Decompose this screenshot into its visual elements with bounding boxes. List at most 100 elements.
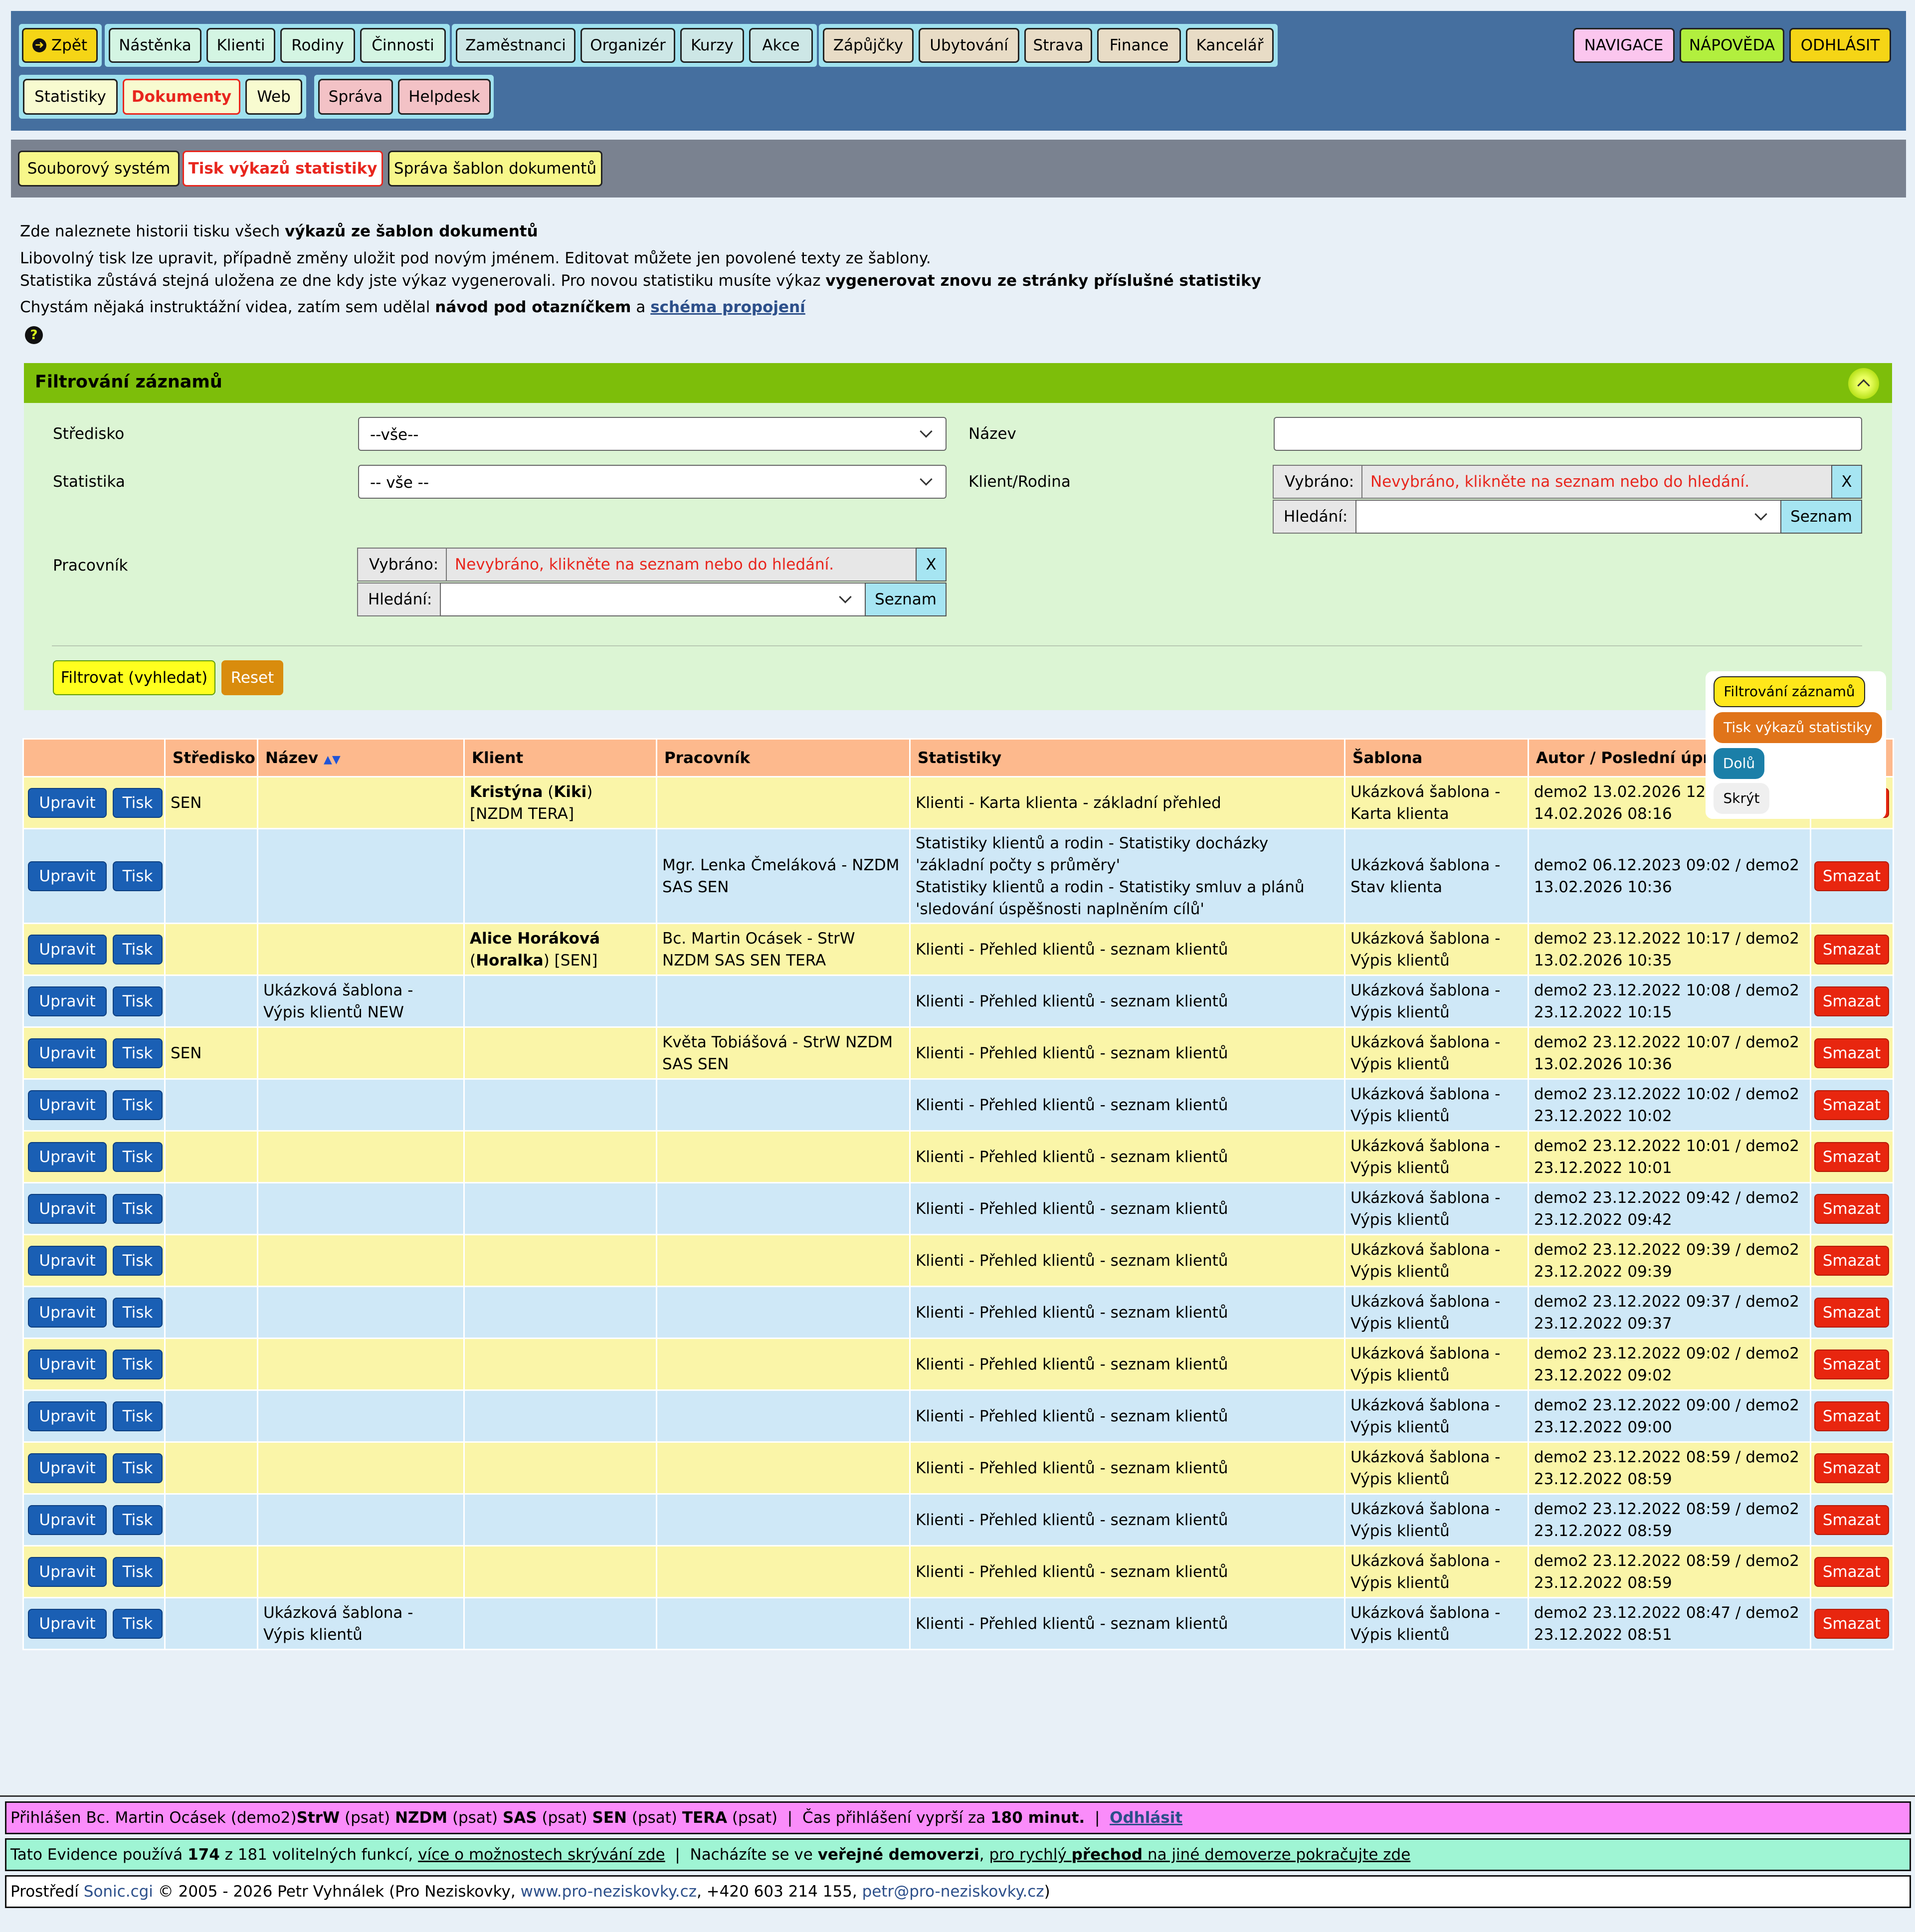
col-pracovnik[interactable]: Pracovník <box>656 738 911 777</box>
upravit-button[interactable]: Upravit <box>28 1038 107 1068</box>
upravit-button[interactable]: Upravit <box>28 787 107 818</box>
tisk-button[interactable]: Tisk <box>113 787 163 818</box>
pracovnik-search-input[interactable] <box>440 582 866 616</box>
tisk-button[interactable]: Tisk <box>113 1349 163 1379</box>
statistika-select[interactable]: -- vše -- <box>358 465 947 499</box>
nav-sprava[interactable]: Správa <box>318 79 393 115</box>
collapse-chevron-icon[interactable] <box>1848 368 1879 399</box>
nav-akce[interactable]: Akce <box>749 28 813 63</box>
nav-rodiny[interactable]: Rodiny <box>280 28 355 63</box>
tisk-button[interactable]: Tisk <box>113 1090 163 1120</box>
tisk-button[interactable]: Tisk <box>113 986 163 1016</box>
upravit-button[interactable]: Upravit <box>28 1349 107 1379</box>
col-nazev[interactable]: Název ▲▼ <box>257 738 465 777</box>
upravit-button[interactable]: Upravit <box>28 1245 107 1276</box>
filtrovat-button[interactable]: Filtrovat (vyhledat) <box>53 660 215 695</box>
upravit-button[interactable]: Upravit <box>28 1401 107 1431</box>
tisk-button[interactable]: Tisk <box>113 861 163 891</box>
smazat-button[interactable]: Smazat <box>1814 1297 1889 1328</box>
nav-ubytovani[interactable]: Ubytování <box>919 28 1019 63</box>
smazat-button[interactable]: Smazat <box>1814 1505 1889 1535</box>
back-button[interactable]: ➜ Zpět <box>22 28 98 63</box>
tisk-button[interactable]: Tisk <box>113 1505 163 1535</box>
klient-clear-button[interactable]: X <box>1831 465 1862 499</box>
upravit-button[interactable]: Upravit <box>28 861 107 891</box>
tisk-button[interactable]: Tisk <box>113 1038 163 1068</box>
tisk-button[interactable]: Tisk <box>113 1401 163 1431</box>
quick-hide-button[interactable]: Skrýt <box>1714 783 1769 814</box>
smazat-button[interactable]: Smazat <box>1814 1556 1889 1587</box>
reset-button[interactable]: Reset <box>221 660 283 695</box>
upravit-button[interactable]: Upravit <box>28 1608 107 1639</box>
tisk-button[interactable]: Tisk <box>113 934 163 965</box>
upravit-button[interactable]: Upravit <box>28 986 107 1016</box>
pracovnik-clear-button[interactable]: X <box>916 548 947 581</box>
smazat-button[interactable]: Smazat <box>1814 1349 1889 1379</box>
schema-link[interactable]: schéma propojení <box>650 298 805 316</box>
tisk-button[interactable]: Tisk <box>113 1556 163 1587</box>
email-link[interactable]: petr@pro-neziskovky.cz <box>862 1883 1044 1901</box>
sonic-link[interactable]: Sonic.cgi <box>84 1883 153 1901</box>
nav-zamestnanci[interactable]: Zaměstnanci <box>456 28 575 63</box>
smazat-button[interactable]: Smazat <box>1814 1245 1889 1276</box>
tisk-button[interactable]: Tisk <box>113 1245 163 1276</box>
klient-search-input[interactable] <box>1355 500 1781 534</box>
quick-down-button[interactable]: Dolů <box>1714 748 1764 779</box>
odhlasit-button[interactable]: ODHLÁSIT <box>1789 28 1891 63</box>
navigace-button[interactable]: NAVIGACE <box>1573 28 1675 63</box>
quick-tisk-button[interactable]: Tisk výkazů statistiky <box>1714 712 1882 743</box>
features-link[interactable]: více o možnostech skrývání zde <box>418 1846 665 1864</box>
smazat-button[interactable]: Smazat <box>1814 1608 1889 1639</box>
nav-klienti[interactable]: Klienti <box>206 28 275 63</box>
upravit-button[interactable]: Upravit <box>28 1453 107 1483</box>
upravit-button[interactable]: Upravit <box>28 1142 107 1172</box>
upravit-button[interactable]: Upravit <box>28 1090 107 1120</box>
klient-seznam-button[interactable]: Seznam <box>1780 500 1862 534</box>
stredisko-select[interactable]: --vše-- <box>358 417 947 451</box>
upravit-button[interactable]: Upravit <box>28 934 107 965</box>
upravit-button[interactable]: Upravit <box>28 1505 107 1535</box>
sort-desc-icon[interactable]: ▼ <box>332 754 341 766</box>
nav-web[interactable]: Web <box>245 79 302 115</box>
col-klient[interactable]: Klient <box>463 738 657 777</box>
question-circle-icon[interactable]: ? <box>25 326 43 344</box>
quick-filter-button[interactable]: Filtrování záznamů <box>1714 676 1865 707</box>
tisk-button[interactable]: Tisk <box>113 1193 163 1224</box>
nav-cinnosti[interactable]: Činnosti <box>360 28 446 63</box>
pracovnik-seznam-button[interactable]: Seznam <box>865 582 947 616</box>
smazat-button[interactable]: Smazat <box>1814 1453 1889 1483</box>
col-statistiky[interactable]: Statistiky <box>909 738 1345 777</box>
tisk-button[interactable]: Tisk <box>113 1608 163 1639</box>
smazat-button[interactable]: Smazat <box>1814 934 1889 965</box>
col-sablona[interactable]: Šablona <box>1344 738 1529 777</box>
nav-statistiky[interactable]: Statistiky <box>23 79 118 115</box>
smazat-button[interactable]: Smazat <box>1814 1038 1889 1068</box>
subnav-tisk-vykazu[interactable]: Tisk výkazů statistiky <box>183 151 383 187</box>
demo-switch-link[interactable]: pro rychlý přechod na jiné demoverze pok… <box>989 1846 1410 1864</box>
subnav-souborovy-system[interactable]: Souborový systém <box>18 151 180 187</box>
nav-helpdesk[interactable]: Helpdesk <box>398 79 491 115</box>
sort-asc-icon[interactable]: ▲ <box>324 754 332 766</box>
smazat-button[interactable]: Smazat <box>1814 1090 1889 1120</box>
smazat-button[interactable]: Smazat <box>1814 1193 1889 1224</box>
tisk-button[interactable]: Tisk <box>113 1453 163 1483</box>
website-link[interactable]: www.pro-neziskovky.cz <box>521 1883 697 1901</box>
upravit-button[interactable]: Upravit <box>28 1556 107 1587</box>
upravit-button[interactable]: Upravit <box>28 1297 107 1328</box>
smazat-button[interactable]: Smazat <box>1814 1401 1889 1431</box>
nav-organizer[interactable]: Organizér <box>580 28 675 63</box>
subnav-sprava-sablon[interactable]: Správa šablon dokumentů <box>388 151 602 187</box>
nav-kurzy[interactable]: Kurzy <box>680 28 744 63</box>
nav-nastenka[interactable]: Nástěnka <box>109 28 201 63</box>
col-stredisko[interactable]: Středisko <box>164 738 258 777</box>
tisk-button[interactable]: Tisk <box>113 1297 163 1328</box>
logout-link[interactable]: Odhlásit <box>1110 1809 1182 1827</box>
smazat-button[interactable]: Smazat <box>1814 1142 1889 1172</box>
upravit-button[interactable]: Upravit <box>28 1193 107 1224</box>
nav-zapujcky[interactable]: Zápůjčky <box>823 28 914 63</box>
nav-finance[interactable]: Finance <box>1097 28 1181 63</box>
nav-strava[interactable]: Strava <box>1024 28 1092 63</box>
tisk-button[interactable]: Tisk <box>113 1142 163 1172</box>
smazat-button[interactable]: Smazat <box>1814 861 1889 891</box>
nazev-input[interactable] <box>1274 417 1862 451</box>
